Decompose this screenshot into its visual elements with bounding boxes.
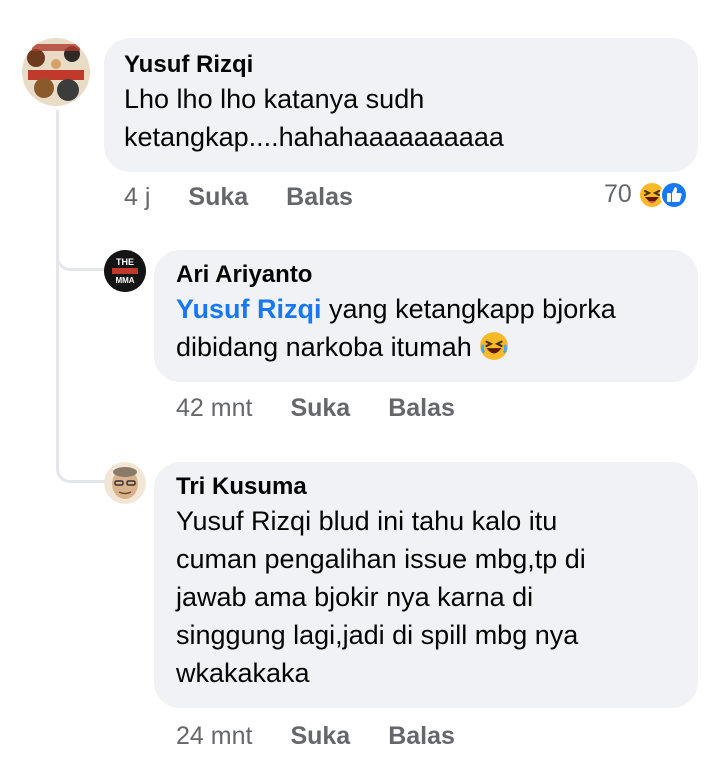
reaction-summary[interactable]: 70 [604, 180, 688, 209]
avatar-image: THE MMA [104, 250, 146, 292]
reply-button[interactable]: Balas [388, 394, 455, 423]
comment-text-line: dibidang narkoba itumah [176, 328, 676, 366]
comment-time[interactable]: 4 j [124, 183, 150, 212]
reply-button[interactable]: Balas [286, 183, 353, 212]
comment-time[interactable]: 42 mnt [176, 394, 252, 423]
avatar-tri-kusuma[interactable] [104, 462, 146, 504]
comment-time[interactable]: 24 mnt [176, 722, 252, 751]
like-button[interactable]: Suka [188, 183, 248, 212]
comment-bubble-1: Yusuf Rizqi Lho lho lho katanya sudh ket… [104, 38, 698, 172]
svg-text:THE: THE [116, 257, 134, 267]
comment-author[interactable]: Yusuf Rizqi [124, 50, 678, 80]
reply-connector-1 [56, 248, 107, 271]
reply-button[interactable]: Balas [388, 722, 455, 751]
reply-connector-2 [56, 460, 107, 483]
like-button[interactable]: Suka [290, 722, 350, 751]
mention-link[interactable]: Yusuf Rizqi [176, 294, 322, 324]
comment-text-line: cuman pengalihan issue mbg,tp di [176, 544, 586, 574]
avatar-yusuf-rizqi[interactable] [22, 38, 90, 106]
avatar-ari-ariyanto[interactable]: THE MMA [104, 250, 146, 292]
comment-text-line: Yusuf Rizqi blud ini tahu kalo itu [176, 506, 558, 536]
avatar-image [104, 462, 146, 504]
comment-actions-3: 24 mnt Suka Balas [176, 722, 455, 751]
comment-text: dibidang narkoba itumah [176, 332, 472, 362]
svg-text:MMA: MMA [115, 276, 134, 285]
comment-text-line: singgung lagi,jadi di spill mbg nya [176, 620, 579, 650]
comment-bubble-3: Tri Kusuma Yusuf Rizqi blud ini tahu kal… [154, 462, 698, 708]
laugh-emoji-icon [480, 332, 509, 360]
thread-line [56, 110, 59, 470]
comment-text-line: Yusuf Rizqi yang ketangkapp bjorka [176, 290, 676, 328]
like-icon [659, 180, 688, 209]
comment-bubble-2: Ari Ariyanto Yusuf Rizqi yang ketangkapp… [154, 250, 698, 382]
comment-text: yang ketangkapp bjorka [321, 294, 616, 324]
comment-text-line: jawab ama bjokir nya karna di [176, 582, 534, 612]
comment-text-line: wkakakaka [176, 658, 310, 688]
comment-text-line: ketangkap....hahahaaaaaaaaaa [124, 122, 504, 152]
comment-actions-1: 4 j Suka Balas [124, 183, 353, 212]
reaction-count: 70 [604, 180, 632, 208]
like-button[interactable]: Suka [290, 394, 350, 423]
comment-text-line: Lho lho lho katanya sudh [124, 84, 425, 114]
comment-actions-2: 42 mnt Suka Balas [176, 394, 455, 423]
avatar-image [22, 38, 90, 106]
comment-author[interactable]: Ari Ariyanto [176, 260, 676, 290]
comment-author[interactable]: Tri Kusuma [176, 472, 676, 502]
